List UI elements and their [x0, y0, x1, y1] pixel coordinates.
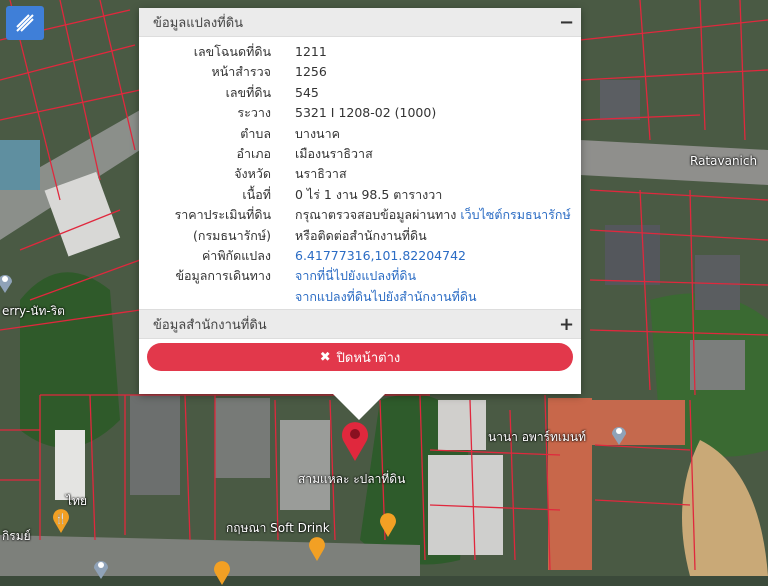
poi-food-icon[interactable]: 🍴 [51, 508, 71, 534]
parcel-location-pin-icon[interactable] [340, 420, 370, 462]
measure-tool-icon [16, 14, 34, 32]
travel-row-2: จากแปลงที่ดินไปยังสำนักงานที่ดิน [139, 287, 581, 307]
info-row: อำเภอ เมืองนราธิวาส [139, 144, 581, 164]
info-value: 545 [295, 84, 319, 100]
info-key: เลขโฉนดที่ดิน [193, 44, 271, 59]
info-value: บางนาค [295, 125, 340, 141]
info-value: 1256 [295, 64, 327, 80]
price-row: ราคาประเมินที่ดิน กรุณาตรวจสอบข้อมูลผ่าน… [139, 205, 581, 225]
info-value: 1211 [295, 44, 327, 59]
collapse-icon[interactable]: − [559, 12, 574, 33]
measure-tool-button[interactable] [6, 6, 44, 40]
info-key: เนื้อที่ [242, 186, 271, 202]
travel-key: ข้อมูลการเดินทาง [175, 268, 271, 284]
close-icon: ✖ [319, 349, 331, 365]
info-key: ตำบล [240, 125, 271, 141]
shop-left-label: กิรมย์ [2, 529, 31, 543]
info-row: ระวาง 5321 I 1208-02 (1000) [139, 103, 581, 123]
info-value: นราธิวาส [295, 166, 347, 182]
close-window-button[interactable]: ✖ ปิดหน้าต่าง [147, 343, 573, 371]
svg-text:🍴: 🍴 [55, 512, 67, 525]
parcel-info-header[interactable]: ข้อมูลแปลงที่ดิน − [139, 8, 581, 37]
land-office-title: ข้อมูลสำนักงานที่ดิน [153, 317, 267, 333]
info-row: เลขที่ดิน 545 [139, 83, 581, 103]
info-row: หน้าสำรวจ 1256 [139, 62, 581, 82]
coordinate-row: ค่าพิกัดแปลง 6.41777316,101.82204742 [139, 246, 581, 266]
info-value: เมืองนราธิวาส [295, 146, 373, 162]
info-row: จังหวัด นราธิวาส [139, 164, 581, 184]
info-value: 5321 I 1208-02 (1000) [295, 105, 437, 121]
info-key: จังหวัด [234, 166, 271, 182]
price-key: ราคาประเมินที่ดิน [174, 207, 271, 223]
parcel-info-rows: เลขโฉนดที่ดิน 1211 หน้าสำรวจ 1256 เลขที่ดิ… [139, 37, 581, 309]
info-row: ตำบล บางนาค [139, 124, 581, 144]
info-key: หน้าสำรวจ [211, 64, 271, 80]
info-value: 0 ไร่ 1 งาน 98.5 ตารางวา [295, 186, 443, 202]
land-office-header[interactable]: ข้อมูลสำนักงานที่ดิน + [139, 309, 581, 340]
travel-row: ข้อมูลการเดินทาง จากที่นี่ไปยังแปลงที่ดิ… [139, 266, 581, 286]
treasury-row: (กรมธนารักษ์) หรือติดต่อสำนักงานที่ดิน [139, 226, 581, 246]
close-button-label: ปิดหน้าต่าง [336, 350, 401, 366]
treasury-key: (กรมธนารักษ์) [193, 227, 271, 243]
apartment-label: นานา อพาร์ทเมนท์ [488, 430, 587, 444]
info-key: อำเภอ [236, 146, 271, 162]
poi-place-icon[interactable] [92, 556, 110, 580]
directions-to-parcel-link[interactable]: จากที่นี่ไปยังแปลงที่ดิน [295, 266, 581, 286]
expand-icon[interactable]: + [559, 314, 574, 335]
info-row: เลขโฉนดที่ดิน 1211 [139, 42, 581, 62]
treasury-website-link[interactable]: เว็บไซต์กรมธนารักษ์ [460, 207, 570, 222]
pin-place-label: สามแหละ ะปลาที่ดิน [298, 472, 406, 486]
parcel-info-title: ข้อมูลแปลงที่ดิน [153, 15, 244, 31]
price-text: กรุณาตรวจสอบข้อมูลผ่านทาง [295, 207, 457, 223]
poi-place-icon[interactable] [610, 422, 628, 446]
info-row: เนื้อที่ 0 ไร่ 1 งาน 98.5 ตารางวา [139, 185, 581, 205]
coordinate-key: ค่าพิกัดแปลง [201, 248, 271, 264]
poi-food-icon[interactable] [378, 512, 398, 538]
parcel-info-popup: ข้อมูลแปลงที่ดิน − เลขโฉนดที่ดิน 1211 หน้… [139, 8, 581, 420]
poi-food-icon[interactable] [307, 536, 327, 562]
directions-to-office-link[interactable]: จากแปลงที่ดินไปยังสำนักงานที่ดิน [295, 287, 581, 307]
treasury-text: หรือติดต่อสำนักงานที่ดิน [295, 227, 427, 243]
road-label-left: erry-นัท-ริต [2, 304, 65, 318]
info-key: เลขที่ดิน [225, 84, 271, 100]
poi-food-icon[interactable] [212, 560, 232, 586]
poi-place-icon[interactable] [0, 270, 14, 294]
coordinate-link[interactable]: 6.41777316,101.82204742 [295, 246, 581, 266]
road-label-ratavanich: Ratavanich [690, 154, 758, 168]
info-key: ระวาง [237, 105, 271, 121]
